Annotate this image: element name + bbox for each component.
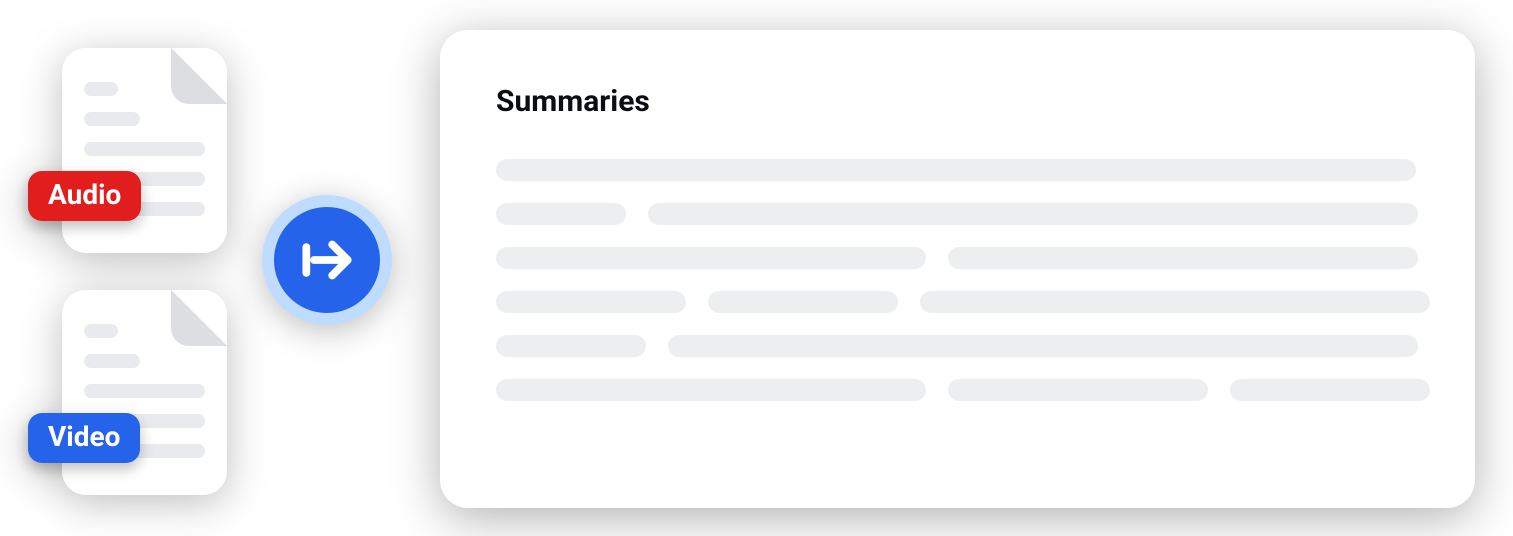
input-file-audio: Audio (62, 48, 227, 253)
placeholder-line (948, 379, 1208, 401)
placeholder-line (668, 335, 1418, 357)
placeholder-line (496, 335, 646, 357)
arrow-right-from-line-icon (274, 207, 380, 313)
placeholder-line (920, 291, 1430, 313)
placeholder-line (648, 203, 1418, 225)
summary-placeholder-lines (496, 159, 1419, 401)
placeholder-line (496, 159, 1416, 181)
placeholder-line (496, 291, 686, 313)
badge-audio: Audio (28, 171, 141, 221)
placeholder-line (496, 203, 626, 225)
placeholder-line (496, 379, 926, 401)
placeholder-line (708, 291, 898, 313)
panel-title: Summaries (496, 84, 1419, 119)
placeholder-line (496, 247, 926, 269)
placeholder-line (948, 247, 1418, 269)
output-panel: Summaries (440, 30, 1475, 508)
badge-video: Video (28, 413, 140, 463)
placeholder-line (1230, 379, 1430, 401)
transform-arrow (262, 195, 392, 325)
input-file-video: Video (62, 290, 227, 495)
